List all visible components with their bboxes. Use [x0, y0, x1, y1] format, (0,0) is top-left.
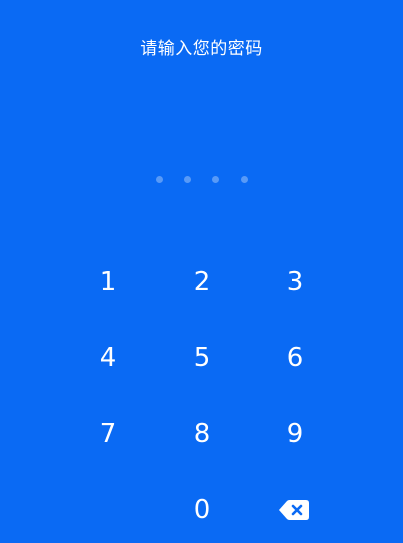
backspace-icon	[279, 500, 309, 520]
key-4[interactable]: 4	[68, 330, 148, 386]
key-5[interactable]: 5	[162, 330, 242, 386]
passcode-dot-1	[156, 176, 163, 183]
key-8[interactable]: 8	[162, 406, 242, 462]
backspace-button[interactable]	[266, 482, 322, 538]
passcode-dot-3	[212, 176, 219, 183]
passcode-dots	[0, 176, 403, 186]
key-0[interactable]: 0	[162, 482, 242, 538]
key-6[interactable]: 6	[255, 330, 335, 386]
key-1[interactable]: 1	[68, 254, 148, 310]
page-title: 请输入您的密码	[140, 39, 263, 59]
key-3[interactable]: 3	[255, 254, 335, 310]
passcode-dot-2	[184, 176, 191, 183]
passcode-screen: 请输入您的密码 1 2 3 4 5 6 7 8 9 0	[0, 0, 403, 543]
passcode-dot-4	[241, 176, 248, 183]
key-9[interactable]: 9	[255, 406, 335, 462]
key-2[interactable]: 2	[162, 254, 242, 310]
key-7[interactable]: 7	[68, 406, 148, 462]
